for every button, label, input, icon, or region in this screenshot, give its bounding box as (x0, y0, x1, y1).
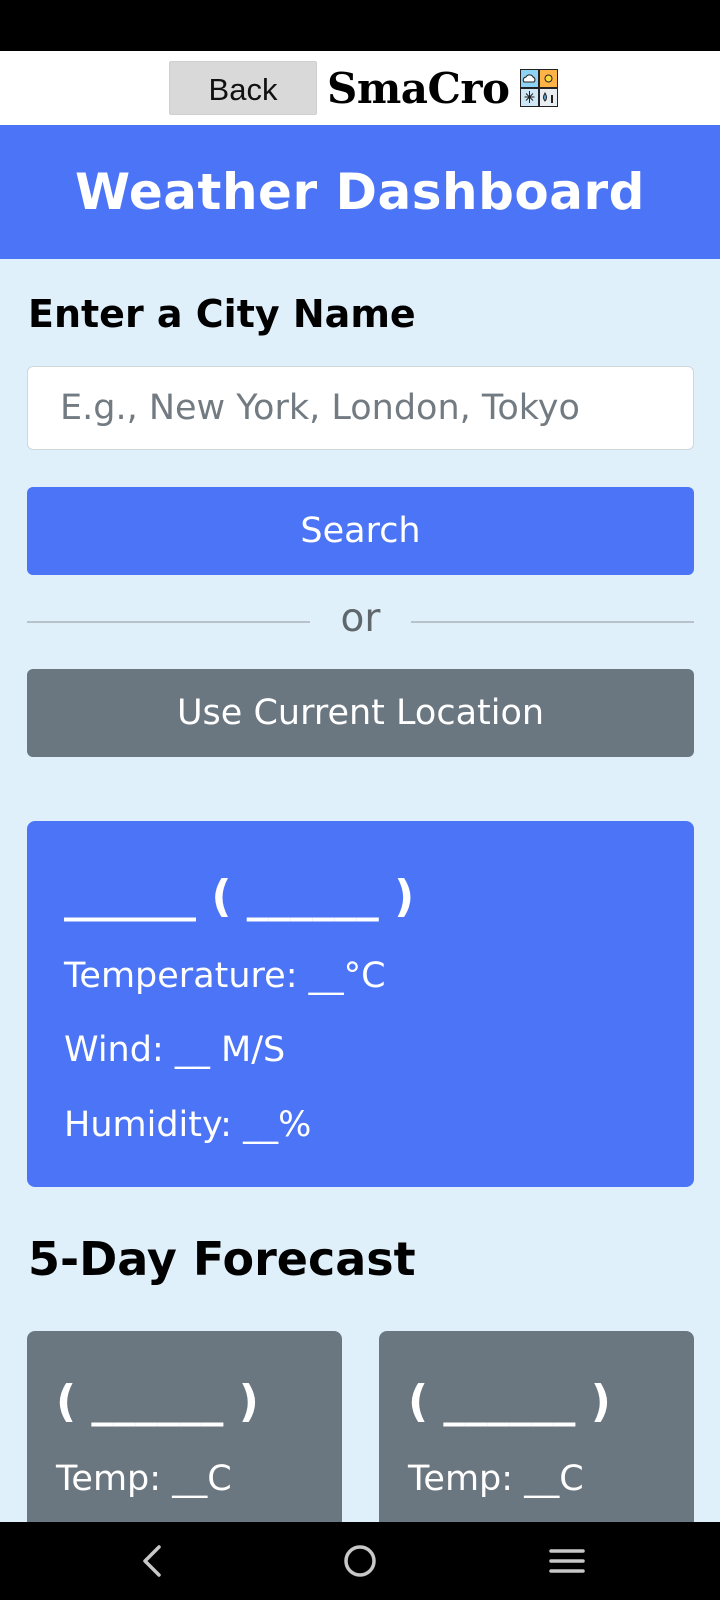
use-current-location-button[interactable]: Use Current Location (27, 669, 694, 757)
brand-name: SmaCro (327, 64, 510, 113)
city-search-input[interactable] (27, 366, 694, 450)
divider-line-left (27, 621, 310, 623)
title-banner: Weather Dashboard (0, 125, 720, 259)
current-temperature: Temperature: __°C (64, 956, 386, 996)
current-wind: Wind: __ M/S (64, 1030, 286, 1070)
weather-tiles-icon (520, 69, 558, 107)
circle-home-icon[interactable] (338, 1539, 382, 1583)
forecast-temp: Temp: __C (56, 1459, 232, 1499)
chevron-left-icon[interactable] (131, 1539, 175, 1583)
forecast-date: ( ______ ) (56, 1376, 259, 1427)
status-bar (0, 0, 720, 51)
menu-lines-icon[interactable] (545, 1539, 589, 1583)
divider-or-text: or (340, 596, 381, 641)
page-title: Weather Dashboard (75, 163, 645, 221)
forecast-date: ( ______ ) (408, 1376, 611, 1427)
divider-line-right (411, 621, 694, 623)
city-input-heading: Enter a City Name (28, 292, 416, 336)
current-city-date: ______ ( ______ ) (64, 871, 415, 922)
search-button[interactable]: Search (27, 487, 694, 575)
current-humidity: Humidity: __% (64, 1105, 312, 1145)
back-button[interactable]: Back (169, 61, 317, 115)
system-nav-bar (0, 1522, 720, 1600)
forecast-temp: Temp: __C (408, 1459, 584, 1499)
current-weather-card: ______ ( ______ ) Temperature: __°C Wind… (27, 821, 694, 1187)
forecast-heading: 5-Day Forecast (28, 1232, 416, 1286)
